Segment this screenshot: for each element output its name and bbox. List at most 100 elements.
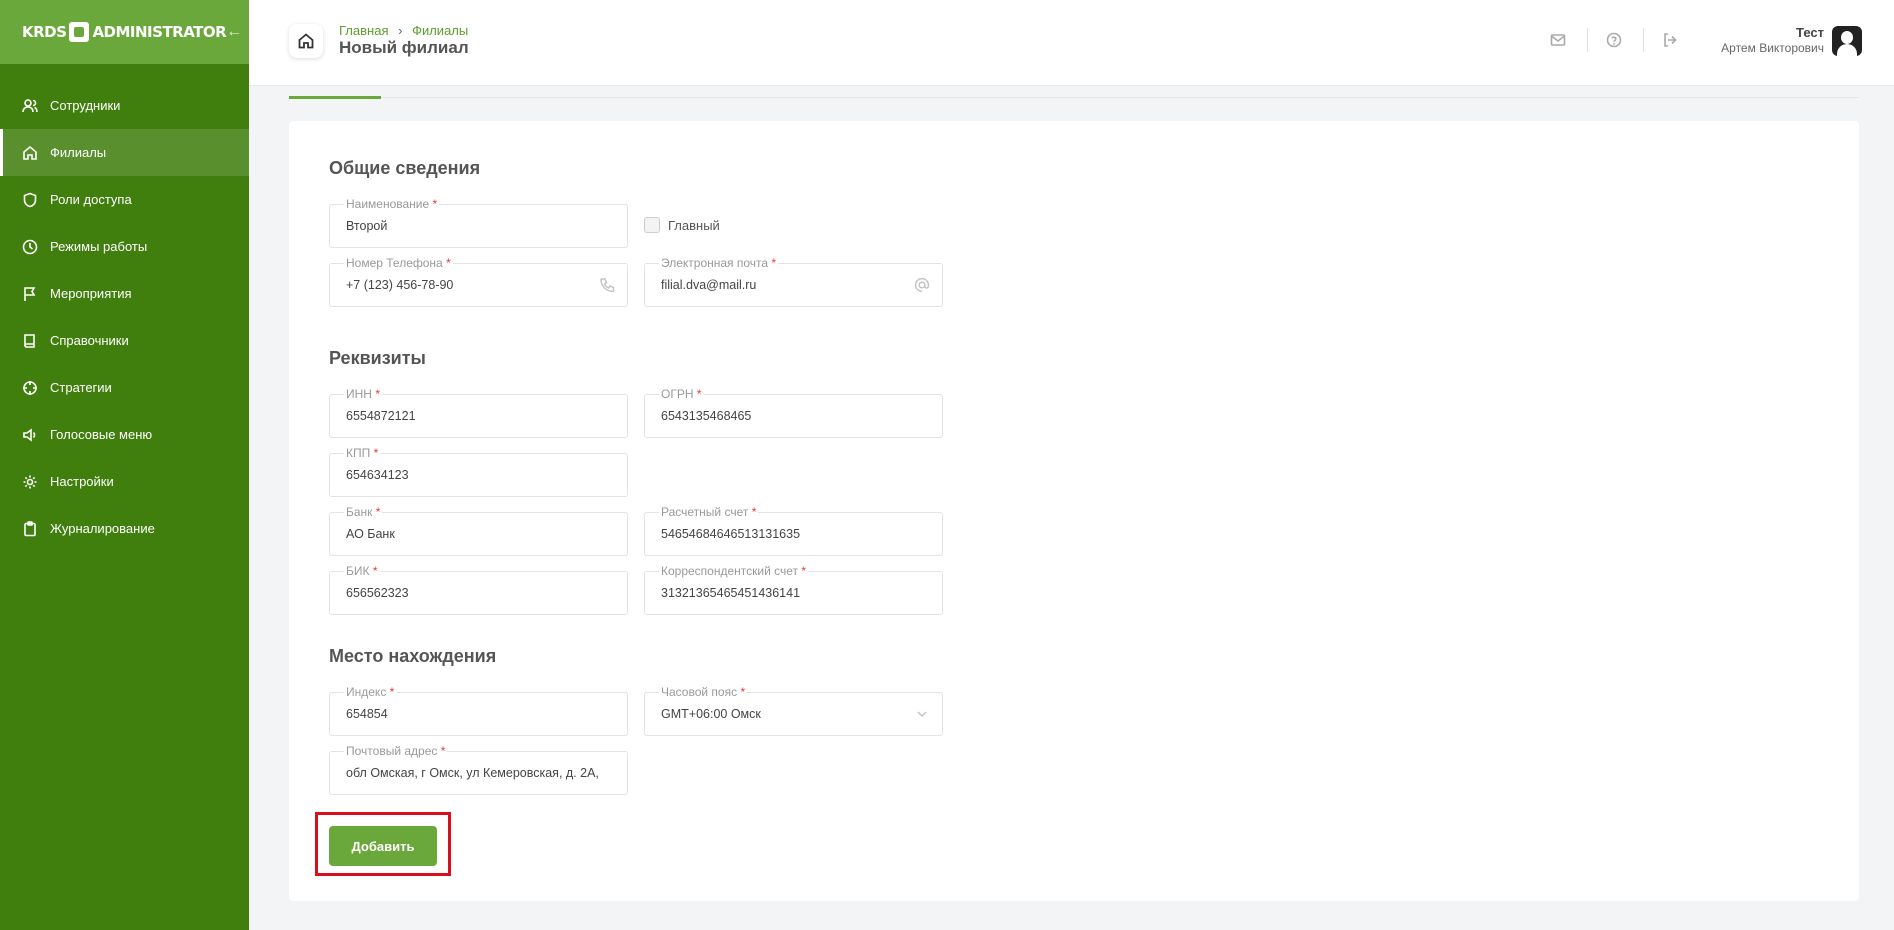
field-label: Часовой пояс * xyxy=(659,685,748,699)
sidebar-item-branches[interactable]: Филиалы xyxy=(0,129,249,176)
flag-icon xyxy=(22,286,38,302)
field-label: Индекс * xyxy=(344,685,397,699)
sidebar-item-events[interactable]: Мероприятия xyxy=(0,270,249,317)
sidebar-nav: Сотрудники Филиалы Роли доступа Режимы р… xyxy=(0,64,249,552)
breadcrumb-home-link[interactable]: Главная xyxy=(339,23,388,38)
at-sign-icon xyxy=(914,277,930,293)
mail-icon[interactable] xyxy=(1550,32,1568,50)
users-icon xyxy=(22,98,38,114)
sidebar-item-label: Стратегии xyxy=(50,380,112,395)
field-label: ОГРН * xyxy=(659,387,704,401)
section-title-general: Общие сведения xyxy=(329,158,481,178)
collapse-sidebar-arrow-icon[interactable]: ← xyxy=(226,23,242,41)
bik-input[interactable]: 656562323 xyxy=(346,586,611,600)
account-input[interactable]: 54654684646513131635 xyxy=(661,527,926,541)
inn-input[interactable]: 6554872121 xyxy=(346,409,611,423)
logo-text-left: KRDS xyxy=(22,23,67,41)
logo-cube-icon xyxy=(69,22,90,42)
field-label: Электронная почта * xyxy=(659,256,779,270)
sidebar-header: KRDS ADMINISTRATOR ← xyxy=(0,0,249,64)
tab-strip xyxy=(289,86,1859,99)
crosshair-icon xyxy=(22,380,38,396)
sidebar-item-label: Режимы работы xyxy=(50,239,148,254)
top-header: Главная › Филиалы Новый филиал Тест Арте… xyxy=(249,0,1894,86)
sidebar-item-label: Справочники xyxy=(50,333,129,348)
home-icon xyxy=(298,33,314,49)
logo[interactable]: KRDS ADMINISTRATOR xyxy=(22,22,227,42)
kpp-field[interactable]: КПП * 654634123 xyxy=(329,446,628,497)
sidebar-item-label: Сотрудники xyxy=(50,98,121,113)
sidebar-item-label: Настройки xyxy=(50,474,114,489)
logout-icon[interactable] xyxy=(1662,32,1680,50)
page-title: Новый филиал xyxy=(339,38,469,57)
breadcrumb-branches-link[interactable]: Филиалы xyxy=(412,23,468,38)
field-label: Номер Телефона * xyxy=(344,256,453,270)
field-label: КПП * xyxy=(344,446,381,460)
field-label: Почтовый адрес * xyxy=(344,744,448,758)
ogrn-input[interactable]: 6543135468465 xyxy=(661,409,926,423)
address-input[interactable]: обл Омская, г Омск, ул Кемеровская, д. 2… xyxy=(346,766,611,780)
sidebar: KRDS ADMINISTRATOR ← Сотрудники Филиалы … xyxy=(0,0,249,930)
active-tab-indicator xyxy=(289,96,381,99)
user-name[interactable]: Тест xyxy=(1796,25,1824,40)
field-label: Наименование * xyxy=(344,197,440,211)
kpp-input[interactable]: 654634123 xyxy=(346,468,611,482)
avatar[interactable] xyxy=(1832,26,1862,56)
home-button[interactable] xyxy=(289,24,323,58)
account-field[interactable]: Расчетный счет * 54654684646513131635 xyxy=(644,505,943,556)
header-divider xyxy=(1587,28,1588,52)
sidebar-item-label: Филиалы xyxy=(50,145,107,160)
sidebar-item-label: Голосовые меню xyxy=(50,427,153,442)
field-label: ИНН * xyxy=(344,387,382,401)
bank-input[interactable]: АО Банк xyxy=(346,527,611,541)
field-label: Банк * xyxy=(344,505,383,519)
sidebar-item-logging[interactable]: Журналирование xyxy=(0,505,249,552)
gear-icon xyxy=(22,474,38,490)
ogrn-field[interactable]: ОГРН * 6543135468465 xyxy=(644,387,943,438)
chevron-down-icon[interactable] xyxy=(914,706,930,722)
sidebar-item-strategies[interactable]: Стратегии xyxy=(0,364,249,411)
main-branch-checkbox[interactable]: Главный xyxy=(644,217,720,233)
index-field[interactable]: Индекс * 654854 xyxy=(329,685,628,736)
checkbox-label: Главный xyxy=(668,217,720,233)
sidebar-item-label: Журналирование xyxy=(50,521,155,536)
user-full-name[interactable]: Артем Викторович xyxy=(1721,41,1824,55)
timezone-selected-value[interactable]: GMT+06:00 Омск xyxy=(661,707,926,721)
index-input[interactable]: 654854 xyxy=(346,707,611,721)
section-title-location: Место нахождения xyxy=(329,646,497,666)
add-button[interactable]: Добавить xyxy=(329,826,437,866)
field-label: Расчетный счет * xyxy=(659,505,759,519)
bank-field[interactable]: Банк * АО Банк xyxy=(329,505,628,556)
breadcrumb-separator-icon: › xyxy=(398,23,403,38)
book-icon xyxy=(22,333,38,349)
speaker-icon xyxy=(22,427,38,443)
name-input[interactable]: Второй xyxy=(346,219,611,233)
email-field[interactable]: Электронная почта * filial.dva@mail.ru xyxy=(644,256,943,307)
home-icon xyxy=(22,145,38,161)
sidebar-item-access-roles[interactable]: Роли доступа xyxy=(0,176,249,223)
branch-form-card: Общие сведения Наименование * Второй Гла… xyxy=(289,121,1859,901)
breadcrumb: Главная › Филиалы xyxy=(339,23,468,38)
inn-field[interactable]: ИНН * 6554872121 xyxy=(329,387,628,438)
timezone-select[interactable]: Часовой пояс * GMT+06:00 Омск xyxy=(644,685,943,736)
sidebar-item-voice-menus[interactable]: Голосовые меню xyxy=(0,411,249,458)
corr-account-input[interactable]: 31321365465451436141 xyxy=(661,586,926,600)
phone-icon xyxy=(599,277,615,293)
header-divider xyxy=(1643,28,1644,52)
sidebar-item-label: Роли доступа xyxy=(50,192,132,207)
sidebar-item-label: Мероприятия xyxy=(50,286,132,301)
name-field[interactable]: Наименование * Второй xyxy=(329,197,628,248)
address-field[interactable]: Почтовый адрес * обл Омская, г Омск, ул … xyxy=(329,744,628,795)
email-input[interactable]: filial.dva@mail.ru xyxy=(661,278,926,292)
phone-field[interactable]: Номер Телефона * +7 (123) 456-78-90 xyxy=(329,256,628,307)
corr-account-field[interactable]: Корреспондентский счет * 313213654654514… xyxy=(644,564,943,615)
checkbox-box[interactable] xyxy=(644,217,660,233)
phone-input[interactable]: +7 (123) 456-78-90 xyxy=(346,278,611,292)
bik-field[interactable]: БИК * 656562323 xyxy=(329,564,628,615)
sidebar-item-directories[interactable]: Справочники xyxy=(0,317,249,364)
logo-text-right: ADMINISTRATOR xyxy=(92,23,227,41)
sidebar-item-settings[interactable]: Настройки xyxy=(0,458,249,505)
sidebar-item-employees[interactable]: Сотрудники xyxy=(0,82,249,129)
sidebar-item-work-modes[interactable]: Режимы работы xyxy=(0,223,249,270)
help-icon[interactable] xyxy=(1606,32,1624,50)
